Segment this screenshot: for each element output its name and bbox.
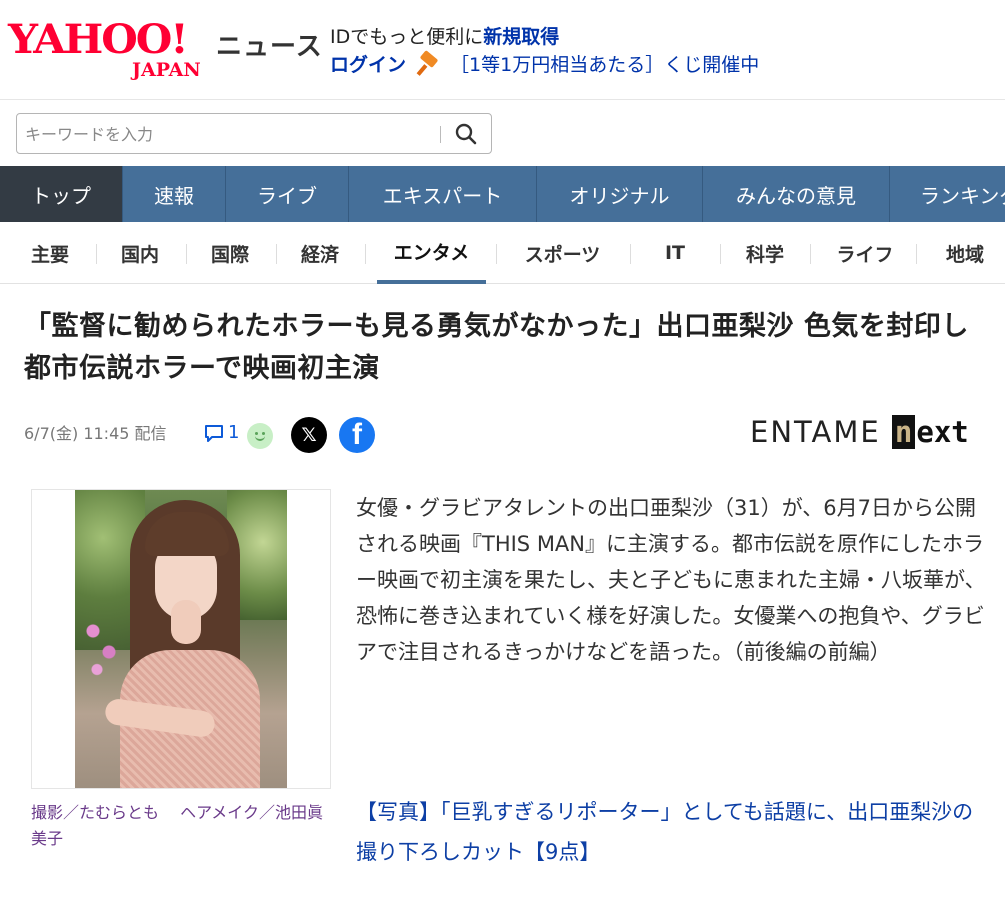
id-promo: IDでもっと便利に新規取得 [330,22,559,49]
category-divider [810,244,811,264]
x-share-icon[interactable]: 𝕏 [291,417,327,453]
main-navigation: トップ 速報 ライブ エキスパート オリジナル みんなの意見 ランキング [0,166,1005,222]
category-navigation: 主要 国内 国際 経済 エンタメ スポーツ IT 科学 ライフ 地域 [0,222,1005,284]
search-icon [455,123,477,145]
search-divider [440,126,441,143]
comment-count: 1 [228,422,240,443]
nav-breaking[interactable]: 速報 [123,166,226,222]
nav-expert[interactable]: エキスパート [349,166,537,222]
category-it[interactable]: IT [635,222,715,284]
logo-yahoo-text: YAHOO! [8,16,189,63]
category-divider [496,244,497,264]
login-link[interactable]: ログイン [330,50,406,77]
portrait-image [75,490,287,788]
source-logo-text: ENTAME [750,415,881,449]
id-promo-text: IDでもっと便利に [330,26,484,48]
article-meta: 6/7(金) 11:45 配信 [24,420,167,444]
category-entertainment[interactable]: エンタメ [377,222,486,284]
category-divider [186,244,187,264]
facebook-share-icon[interactable]: f [339,417,375,453]
category-life[interactable]: ライフ [820,222,910,284]
category-divider [720,244,721,264]
logo-japan-text: JAPAN [132,59,201,81]
source-logo[interactable]: ENTAME n ext [750,415,969,449]
nav-live[interactable]: ライブ [226,166,349,222]
category-divider [630,244,631,264]
search-input[interactable] [25,122,435,146]
publish-label: 配信 [134,424,167,443]
category-local[interactable]: 地域 [925,222,1005,284]
category-domestic[interactable]: 国内 [100,222,180,284]
register-link[interactable]: 新規取得 [483,26,559,48]
category-world[interactable]: 国際 [190,222,270,284]
category-divider [916,244,917,264]
related-photo-link[interactable]: 【写真】「巨乳すぎるリポーター」としても話題に、出口亜梨沙の撮り下ろしカット【9… [356,792,986,872]
comment-icon [205,424,223,442]
category-sports[interactable]: スポーツ [505,222,620,284]
login-row: ログイン ［1等1万円相当あたる］くじ開催中 [330,49,759,77]
nav-original[interactable]: オリジナル [537,166,703,222]
site-header: YAHOO! JAPAN ニュース IDでもっと便利に新規取得 ログイン ［1等… [0,0,1005,100]
service-name[interactable]: ニュース [216,26,323,63]
search-button[interactable] [449,118,483,150]
article-title: 「監督に勧められたホラーも見る勇気がなかった」出口亜梨沙 色気を封印し都市伝説ホ… [24,311,969,384]
nav-top[interactable]: トップ [0,166,123,222]
category-science[interactable]: 科学 [725,222,805,284]
lottery-link[interactable]: ［1等1万円相当あたる］くじ開催中 [450,50,759,77]
photo-caption: 撮影／たむらとも ヘアメイク／池田眞美子 [31,803,323,848]
search-box [16,113,492,154]
category-divider [276,244,277,264]
publish-date: 6/7(金) 11:45 [24,424,130,443]
article-body: 女優・グラビアタレントの出口亜梨沙（31）が、6月7日から公開される映画『THI… [356,496,986,664]
category-divider [96,244,97,264]
category-divider [365,244,366,264]
category-economy[interactable]: 経済 [280,222,360,284]
article-photo[interactable] [31,489,331,789]
nav-opinions[interactable]: みんなの意見 [703,166,890,222]
category-main[interactable]: 主要 [10,222,90,284]
reaction-smile-icon[interactable] [247,423,273,449]
nav-ranking[interactable]: ランキング [890,166,1005,222]
yahoo-japan-logo[interactable]: YAHOO! JAPAN [8,18,213,82]
auction-hammer-icon [416,49,440,76]
source-logo-next: n ext [891,415,969,449]
comment-button[interactable]: 1 [203,422,239,443]
